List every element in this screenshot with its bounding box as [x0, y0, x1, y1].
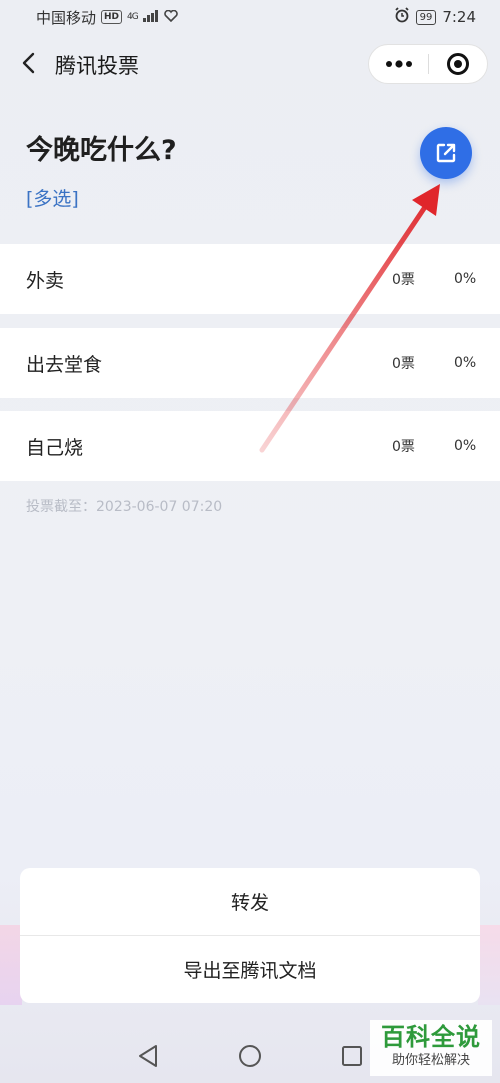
mini-program-capsule [368, 44, 488, 84]
background-decoration [0, 925, 22, 1005]
back-button[interactable] [14, 48, 44, 78]
watermark-title: 百科全说 [381, 1023, 481, 1051]
forward-button[interactable]: 转发 [20, 868, 480, 935]
external-share-icon [436, 143, 456, 163]
nav-bar: 腾讯投票 [0, 38, 500, 90]
option-label: 自己烧 [26, 436, 84, 459]
vote-title: 今晚吃什么? [26, 135, 177, 166]
heart-icon [163, 8, 178, 26]
option-label: 出去堂食 [26, 353, 103, 376]
clock-time: 7:24 [442, 8, 476, 26]
page-title: 腾讯投票 [55, 54, 139, 78]
share-button[interactable] [420, 127, 472, 179]
status-right: 99 7:24 [394, 7, 476, 27]
battery-level: 99 [415, 9, 437, 25]
vote-option[interactable]: 外卖 0票 0% [0, 244, 500, 314]
multi-select-tag: [多选] [26, 188, 79, 210]
option-percent: 0% [454, 438, 477, 454]
square-recent-icon [342, 1045, 362, 1066]
option-label: 外卖 [26, 269, 65, 292]
option-votes: 0票 [392, 272, 415, 288]
status-left: 中国移动 HD 4G [36, 7, 178, 28]
option-votes: 0票 [392, 439, 415, 455]
alarm-icon [394, 7, 410, 27]
system-recent-button[interactable] [337, 1041, 367, 1071]
vote-deadline: 投票截至：2023-06-07 07:20 [26, 499, 223, 515]
option-percent: 0% [454, 355, 477, 371]
watermark: 百科全说 助你轻松解决 [370, 1020, 492, 1076]
option-votes: 0票 [392, 356, 415, 372]
hd-badge: HD [101, 10, 123, 24]
status-bar: 中国移动 HD 4G 99 7:24 [0, 0, 500, 34]
vote-option[interactable]: 自己烧 0票 0% [0, 411, 500, 481]
option-percent: 0% [454, 271, 477, 287]
system-back-button[interactable] [133, 1041, 163, 1071]
triangle-back-icon [139, 1044, 157, 1067]
more-dots-icon [385, 60, 412, 68]
action-sheet: 转发 导出至腾讯文档 [20, 868, 480, 1003]
target-close-icon [446, 53, 469, 75]
signal-icon [142, 8, 159, 26]
background-decoration [478, 925, 500, 1005]
target-dot [453, 60, 462, 68]
network-type: 4G [127, 12, 139, 22]
chevron-left-icon [22, 52, 35, 74]
circle-home-icon [239, 1044, 261, 1067]
more-button[interactable] [369, 44, 428, 84]
export-to-tencent-docs-button[interactable]: 导出至腾讯文档 [20, 936, 480, 1003]
carrier-name: 中国移动 [36, 8, 97, 27]
watermark-subtitle: 助你轻松解决 [391, 1053, 470, 1068]
system-home-button[interactable] [235, 1041, 265, 1071]
vote-option[interactable]: 出去堂食 0票 0% [0, 328, 500, 398]
close-button[interactable] [429, 44, 487, 84]
